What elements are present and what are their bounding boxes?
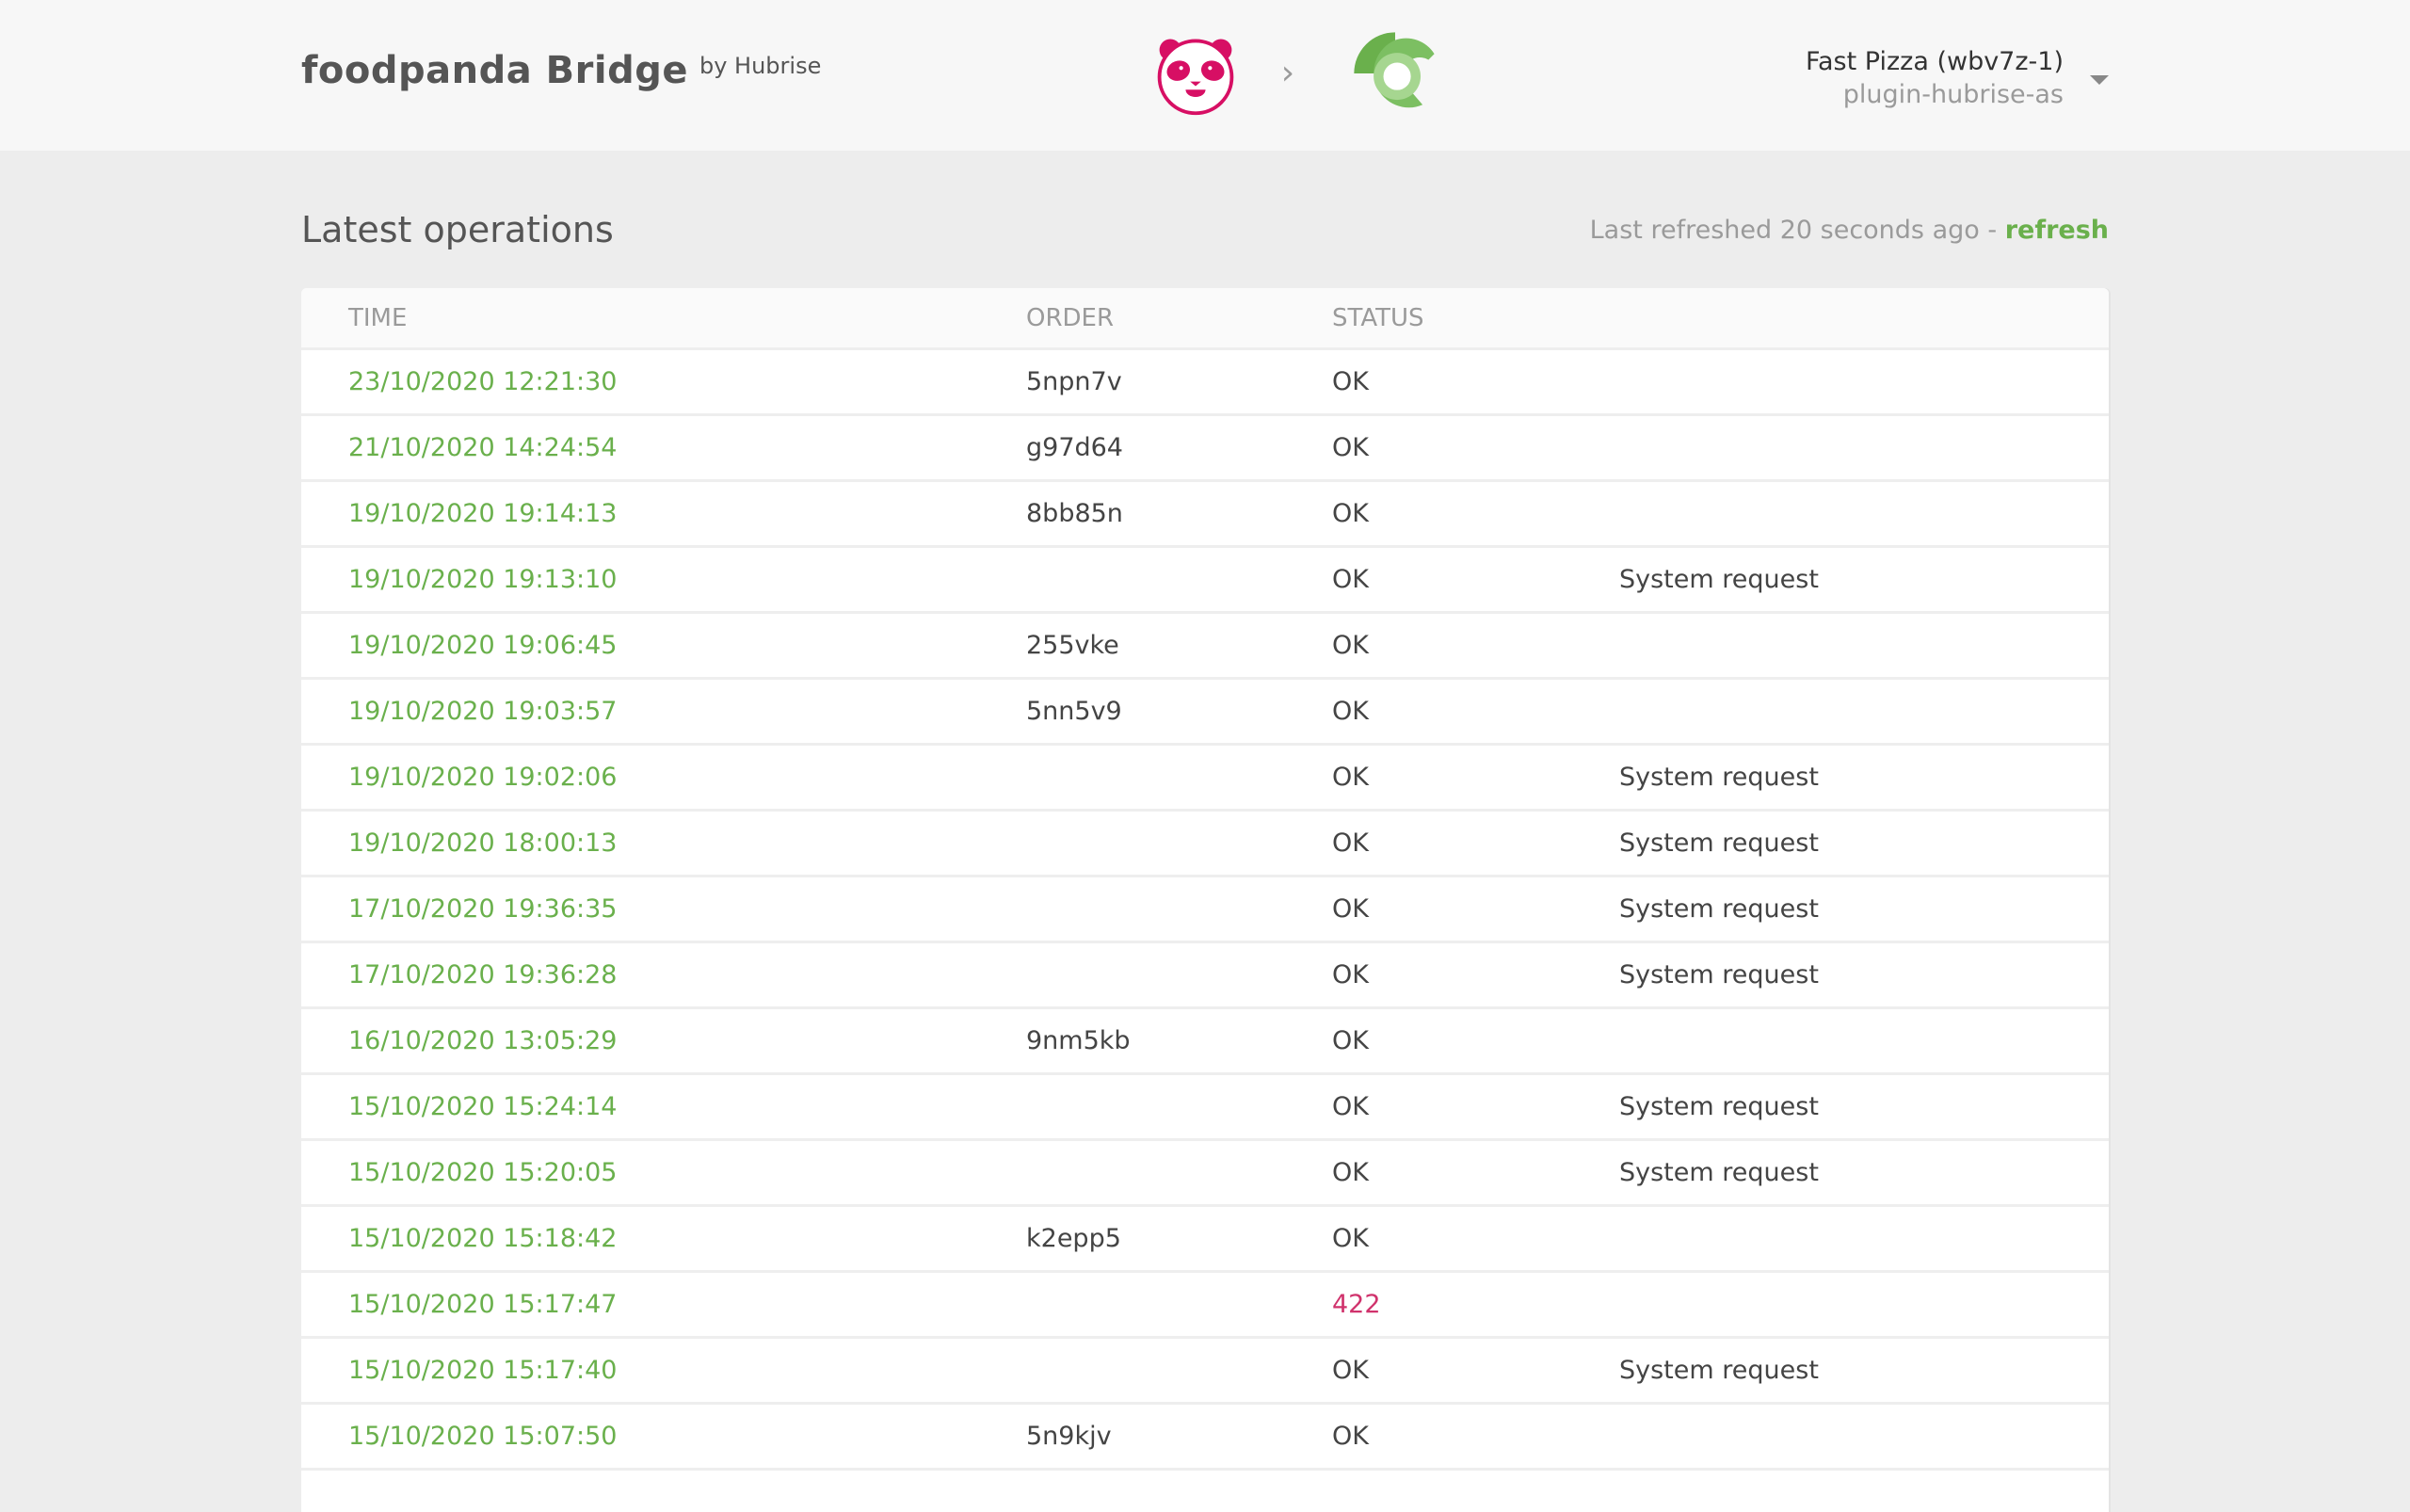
status-value: OK <box>1332 631 1369 660</box>
order-id: k2epp5 <box>1026 1224 1121 1253</box>
table-row[interactable]: 19/10/2020 19:02:06 OK System request <box>301 746 2109 812</box>
table-row[interactable]: 15/10/2020 15:20:05 OK System request <box>301 1141 2109 1207</box>
operation-time-link[interactable]: 15/10/2020 15:24:14 <box>301 1092 1026 1121</box>
status-value: OK <box>1332 1224 1369 1253</box>
operation-time-link[interactable]: 19/10/2020 19:13:10 <box>301 565 1026 594</box>
status-value: OK <box>1332 565 1369 594</box>
chevron-down-icon[interactable] <box>2090 75 2109 85</box>
operation-note: System request <box>1619 960 1819 989</box>
table-body: 23/10/2020 12:21:30 5npn7v OK 21/10/2020… <box>301 350 2109 1471</box>
operations-table: TIME ORDER STATUS 23/10/2020 12:21:30 5n… <box>301 288 2109 1512</box>
order-id: 255vke <box>1026 631 1119 660</box>
status-value: OK <box>1332 367 1369 396</box>
arrow-right-icon: › <box>1280 54 1295 92</box>
account-switcher[interactable]: Fast Pizza (wbv7z-1) plugin-hubrise-as <box>1806 45 2109 111</box>
operation-note: System request <box>1619 894 1819 924</box>
operation-time-link[interactable]: 19/10/2020 19:03:57 <box>301 697 1026 726</box>
status-value: OK <box>1332 828 1369 858</box>
column-header-status: STATUS <box>1332 303 1424 332</box>
operation-time-link[interactable]: 21/10/2020 14:24:54 <box>301 433 1026 462</box>
status-value: OK <box>1332 1422 1369 1451</box>
page-title: Latest operations <box>301 209 614 250</box>
status-value: 422 <box>1332 1290 1381 1319</box>
top-bar: foodpanda Bridge by Hubrise › Fast Pizza… <box>0 0 2410 151</box>
refresh-link[interactable]: refresh <box>2005 216 2109 245</box>
table-row[interactable]: 15/10/2020 15:24:14 OK System request <box>301 1075 2109 1141</box>
table-row[interactable]: 17/10/2020 19:36:35 OK System request <box>301 877 2109 943</box>
table-row[interactable]: 19/10/2020 19:06:45 255vke OK <box>301 614 2109 680</box>
operation-time-link[interactable]: 15/10/2020 15:17:40 <box>301 1356 1026 1385</box>
brand: foodpanda Bridge by Hubrise <box>301 49 821 92</box>
operation-time-link[interactable]: 19/10/2020 18:00:13 <box>301 828 1026 858</box>
status-value: OK <box>1332 433 1369 462</box>
table-header: TIME ORDER STATUS <box>301 288 2109 350</box>
operation-time-link[interactable]: 19/10/2020 19:02:06 <box>301 763 1026 792</box>
table-row[interactable]: 19/10/2020 19:03:57 5nn5v9 OK <box>301 680 2109 746</box>
operation-note: System request <box>1619 1158 1819 1187</box>
table-row[interactable]: 15/10/2020 15:07:50 5n9kjv OK <box>301 1405 2109 1471</box>
status-value: OK <box>1332 1026 1369 1055</box>
operation-time-link[interactable]: 15/10/2020 15:07:50 <box>301 1422 1026 1451</box>
operation-note: System request <box>1619 1356 1819 1385</box>
operation-time-link[interactable]: 19/10/2020 19:14:13 <box>301 499 1026 528</box>
foodpanda-logo-icon <box>1157 39 1234 116</box>
table-row[interactable]: 16/10/2020 13:05:29 9nm5kb OK <box>301 1009 2109 1075</box>
operation-note: System request <box>1619 1092 1819 1121</box>
table-row[interactable]: 15/10/2020 15:18:42 k2epp5 OK <box>301 1207 2109 1273</box>
order-id: 9nm5kb <box>1026 1026 1131 1055</box>
operation-note: System request <box>1619 828 1819 858</box>
order-id: g97d64 <box>1026 433 1123 462</box>
account-subtitle: plugin-hubrise-as <box>1842 80 2064 109</box>
status-value: OK <box>1332 763 1369 792</box>
order-id: 5nn5v9 <box>1026 697 1122 726</box>
operations-header: Latest operations Last refreshed 20 seco… <box>301 203 2109 256</box>
app-title: foodpanda Bridge <box>301 49 688 92</box>
account-name: Fast Pizza (wbv7z-1) <box>1805 47 2064 76</box>
order-id: 5npn7v <box>1026 367 1122 396</box>
operation-note: System request <box>1619 763 1819 792</box>
integration-logos: › <box>1150 24 1444 122</box>
table-row[interactable]: 21/10/2020 14:24:54 g97d64 OK <box>301 416 2109 482</box>
operation-time-link[interactable]: 19/10/2020 19:06:45 <box>301 631 1026 660</box>
table-row[interactable]: 19/10/2020 19:13:10 OK System request <box>301 548 2109 614</box>
column-header-time: TIME <box>348 303 408 332</box>
last-refreshed-text: Last refreshed 20 seconds ago - <box>1589 215 2005 245</box>
operation-time-link[interactable]: 15/10/2020 15:20:05 <box>301 1158 1026 1187</box>
status-value: OK <box>1332 1356 1369 1385</box>
hubrise-logo-icon <box>1354 32 1435 108</box>
status-value: OK <box>1332 499 1369 528</box>
status-value: OK <box>1332 1158 1369 1187</box>
table-row[interactable]: 15/10/2020 15:17:47 422 <box>301 1273 2109 1339</box>
order-id: 8bb85n <box>1026 499 1123 528</box>
operation-time-link[interactable]: 17/10/2020 19:36:35 <box>301 894 1026 924</box>
status-value: OK <box>1332 1092 1369 1121</box>
brand-by-label: by Hubrise <box>699 53 822 79</box>
operation-time-link[interactable]: 23/10/2020 12:21:30 <box>301 367 1026 396</box>
refresh-status: Last refreshed 20 seconds ago - refresh <box>1590 216 2109 245</box>
order-id: 5n9kjv <box>1026 1422 1112 1451</box>
table-row[interactable]: 15/10/2020 15:17:40 OK System request <box>301 1339 2109 1405</box>
operation-time-link[interactable]: 15/10/2020 15:17:47 <box>301 1290 1026 1319</box>
table-row[interactable]: 23/10/2020 12:21:30 5npn7v OK <box>301 350 2109 416</box>
operation-time-link[interactable]: 16/10/2020 13:05:29 <box>301 1026 1026 1055</box>
status-value: OK <box>1332 697 1369 726</box>
table-row[interactable]: 19/10/2020 19:14:13 8bb85n OK <box>301 482 2109 548</box>
table-row[interactable]: 17/10/2020 19:36:28 OK System request <box>301 943 2109 1009</box>
status-value: OK <box>1332 960 1369 989</box>
operation-note: System request <box>1619 565 1819 594</box>
table-row[interactable]: 19/10/2020 18:00:13 OK System request <box>301 812 2109 877</box>
operation-time-link[interactable]: 17/10/2020 19:36:28 <box>301 960 1026 989</box>
operation-time-link[interactable]: 15/10/2020 15:18:42 <box>301 1224 1026 1253</box>
column-header-order: ORDER <box>1026 303 1115 332</box>
status-value: OK <box>1332 894 1369 924</box>
